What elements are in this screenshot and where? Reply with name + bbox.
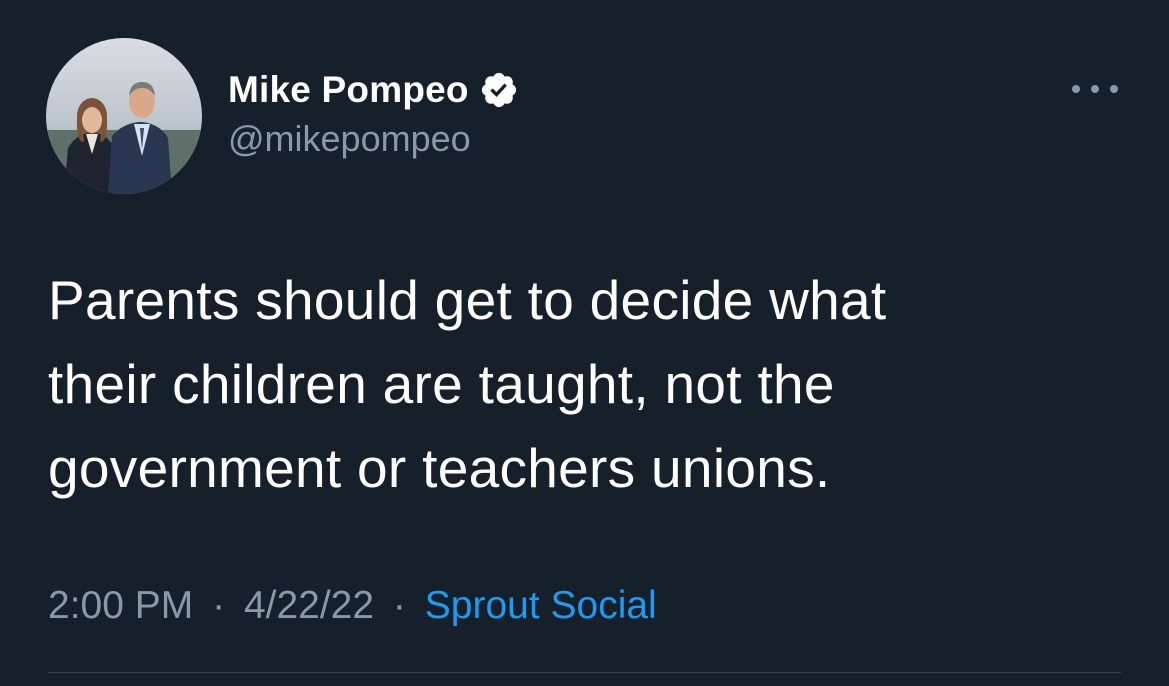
more-dot xyxy=(1110,85,1118,93)
tweet-text-line: their children are taught, not the xyxy=(48,353,835,415)
tweet-text: Parents should get to decide what their … xyxy=(48,258,1128,510)
avatar-photo xyxy=(46,38,202,194)
display-name[interactable]: Mike Pompeo xyxy=(228,69,469,111)
divider xyxy=(48,672,1121,673)
more-dot xyxy=(1072,85,1080,93)
more-options-icon[interactable] xyxy=(1072,78,1118,100)
verified-badge-icon xyxy=(479,70,519,110)
author-block: Mike Pompeo @mikepompeo xyxy=(228,66,519,160)
tweet-source-link[interactable]: Sprout Social xyxy=(425,584,657,627)
meta-separator: · xyxy=(392,584,406,627)
tweet-text-line: Parents should get to decide what xyxy=(48,269,887,331)
tweet-date[interactable]: 4/22/22 xyxy=(244,584,374,627)
user-handle[interactable]: @mikepompeo xyxy=(228,118,519,160)
tweet-meta: 2:00 PM · 4/22/22 · Sprout Social xyxy=(48,584,657,628)
tweet-time[interactable]: 2:00 PM xyxy=(48,584,193,627)
more-dot xyxy=(1091,85,1099,93)
meta-separator: · xyxy=(212,584,226,627)
name-row: Mike Pompeo xyxy=(228,66,519,114)
tweet: Mike Pompeo @mikepompeo Parents should g… xyxy=(0,0,1169,686)
avatar[interactable] xyxy=(46,38,202,194)
tweet-text-line: government or teachers unions. xyxy=(48,437,831,499)
